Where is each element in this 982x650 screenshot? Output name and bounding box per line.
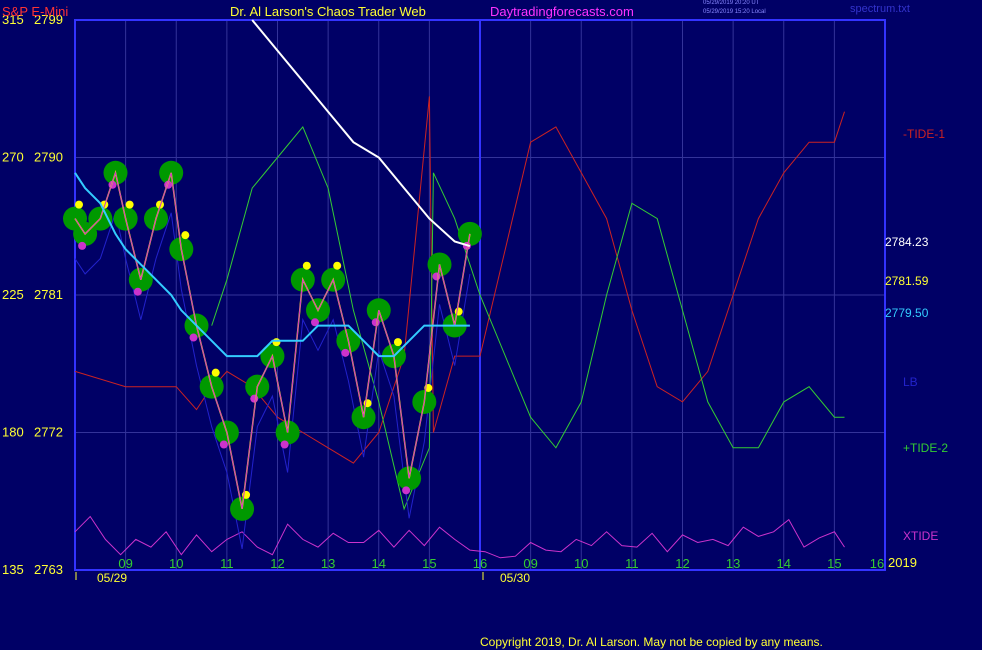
hour-tick-label: 12 [270,556,284,571]
last-price-label: 2784.23 [885,235,929,249]
hour-tick-label: 12 [675,556,689,571]
hour-tick-label: 11 [220,556,234,571]
hour-tick-label: 13 [726,556,740,571]
date-label: 05/30 [500,571,530,585]
price-low-dot [219,440,228,449]
price-low-dot [432,272,441,281]
osc-tick-label: 180 [2,425,24,440]
date-label: 05/29 [97,571,127,585]
hour-tick-label: 16 [473,556,487,571]
price-low-dot [133,287,142,296]
series-tide1-line [74,96,845,464]
price-high-dot [125,200,134,209]
cyan-average-line [74,172,470,358]
hour-tick-label: 09 [118,556,132,571]
price-tick-label: 2763 [34,562,63,577]
price-high-dot [302,261,311,270]
price-low-dot [189,333,198,342]
price-tick-label: 2790 [34,150,63,165]
price-tick-label: 2781 [34,287,63,302]
hour-tick-label: 10 [574,556,588,571]
price-low-dot [402,486,411,495]
tide1-label: -TIDE-1 [903,127,945,141]
price-low-dot [280,440,289,449]
white-average-line [251,19,471,248]
white-value-label: 2781.59 [885,274,929,288]
year-label: 2019 [888,555,917,570]
hour-tick-label: 13 [321,556,335,571]
hour-tick-label: 09 [523,556,537,571]
hour-tick-label: 15 [422,556,436,571]
chart: 315 2799270 2790225 2781180 2772135 2763 09 10 1… [2,12,948,585]
price-high-dot [211,368,220,377]
tide2-label: +TIDE-2 [903,441,948,455]
price-high-dot [75,200,83,209]
price-high-dot [393,338,402,347]
series-tide2-line [211,125,845,511]
price-band-dot [457,221,482,246]
osc-tick-label: 135 [2,562,24,577]
price-high-dot [272,338,281,347]
lb-band-line [74,210,471,549]
hour-tick-label: 11 [625,556,639,571]
price-low-dot [371,318,380,327]
timestamp-local: 05/29/2019 15:20 Local [703,9,766,15]
copyright-notice: Copyright 2019, Dr. Al Larson. May not b… [480,635,823,649]
hour-tick-label: 16 [870,556,884,571]
filename-label: spectrum.txt [850,3,910,15]
price-low-dot [341,348,350,357]
price-tick-label: 2772 [34,425,63,440]
timestamp-utc: 05/29/2019 20:20 UT [703,0,760,6]
site-url[interactable]: Daytradingforecasts.com [490,4,634,19]
hour-tick-label: 14 [372,556,386,571]
hour-tick-label: 14 [777,556,791,571]
lb-label: LB [903,375,918,389]
price-high-dot [181,231,190,240]
symbol-title: S&P E-Mini [2,4,69,19]
price-high-dot [333,261,342,270]
cyan-value-label: 2779.50 [885,306,929,320]
price-low-dot [250,394,259,403]
series-xtide-line [74,515,845,559]
hour-tick-label: 10 [169,556,183,571]
xtide-label: XTIDE [903,529,938,543]
osc-tick-label: 270 [2,150,24,165]
site-title: Dr. Al Larson's Chaos Trader Web [230,4,426,19]
price-low-dot [78,241,87,250]
hour-tick-label: 15 [827,556,841,571]
osc-tick-label: 225 [2,287,24,302]
